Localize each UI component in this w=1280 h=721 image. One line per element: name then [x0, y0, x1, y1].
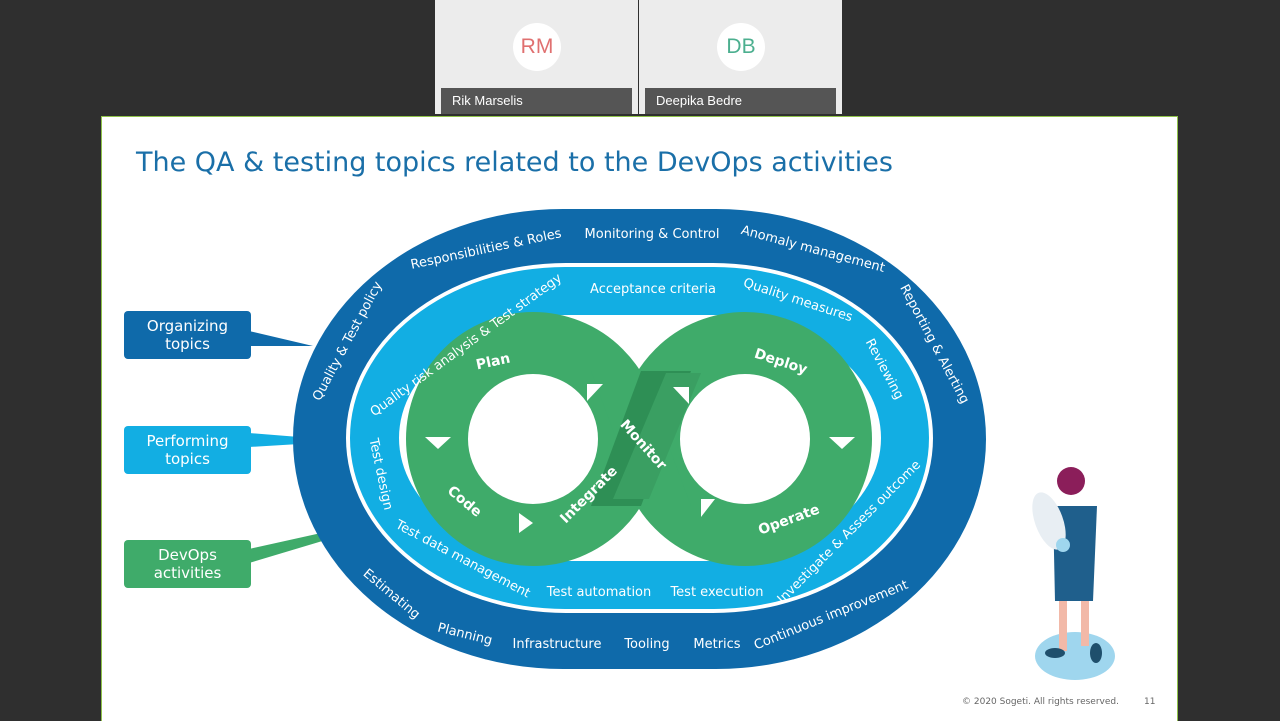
- shared-slide: The QA & testing topics related to the D…: [101, 116, 1178, 721]
- participant-tile[interactable]: DB Deepika Bedre: [639, 0, 842, 114]
- devops-qa-diagram: Responsibilities & Roles Monitoring & Co…: [249, 209, 1115, 680]
- pointer: [249, 331, 313, 346]
- label: Tooling: [623, 637, 669, 652]
- label: Metrics: [693, 637, 740, 652]
- label: Test execution: [669, 585, 763, 600]
- devops-activities-callout: DevOps activities: [124, 540, 251, 588]
- copyright-footer: © 2020 Sogeti. All rights reserved.: [962, 697, 1119, 707]
- page-number: 11: [1144, 697, 1156, 707]
- label: Infrastructure: [513, 637, 602, 652]
- person-illustration: [1032, 467, 1115, 680]
- label: Test automation: [546, 585, 652, 600]
- participant-name: Deepika Bedre: [645, 88, 836, 114]
- label: Acceptance criteria: [590, 282, 716, 297]
- organizing-topics-callout: Organizing topics: [124, 311, 251, 359]
- performing-topics-callout: Performing topics: [124, 426, 251, 474]
- label: Monitoring & Control: [585, 227, 720, 242]
- participant-name: Rik Marselis: [441, 88, 632, 114]
- participant-tile[interactable]: RM Rik Marselis: [435, 0, 638, 114]
- avatar: DB: [717, 23, 765, 71]
- avatar: RM: [513, 23, 561, 71]
